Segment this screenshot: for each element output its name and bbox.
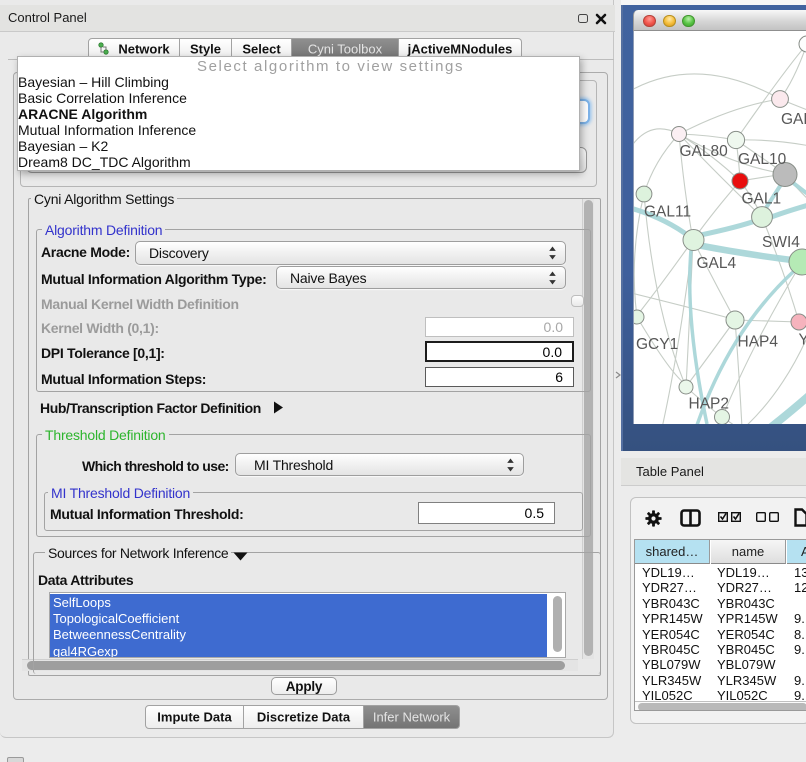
svg-text:GAL4: GAL4 (697, 255, 737, 272)
svg-text:SWI4: SWI4 (762, 234, 800, 251)
svg-text:Y: Y (799, 332, 806, 349)
svg-text:HAP2: HAP2 (689, 396, 730, 413)
svg-text:GCY1: GCY1 (636, 336, 678, 353)
svg-text:GAL11: GAL11 (644, 204, 691, 221)
svg-text:GAL10: GAL10 (738, 151, 787, 168)
svg-text:GAL80: GAL80 (680, 143, 729, 160)
svg-text:GAL7: GAL7 (781, 111, 806, 128)
svg-text:GAL1: GAL1 (742, 191, 782, 208)
svg-text:HAP4: HAP4 (738, 334, 779, 351)
